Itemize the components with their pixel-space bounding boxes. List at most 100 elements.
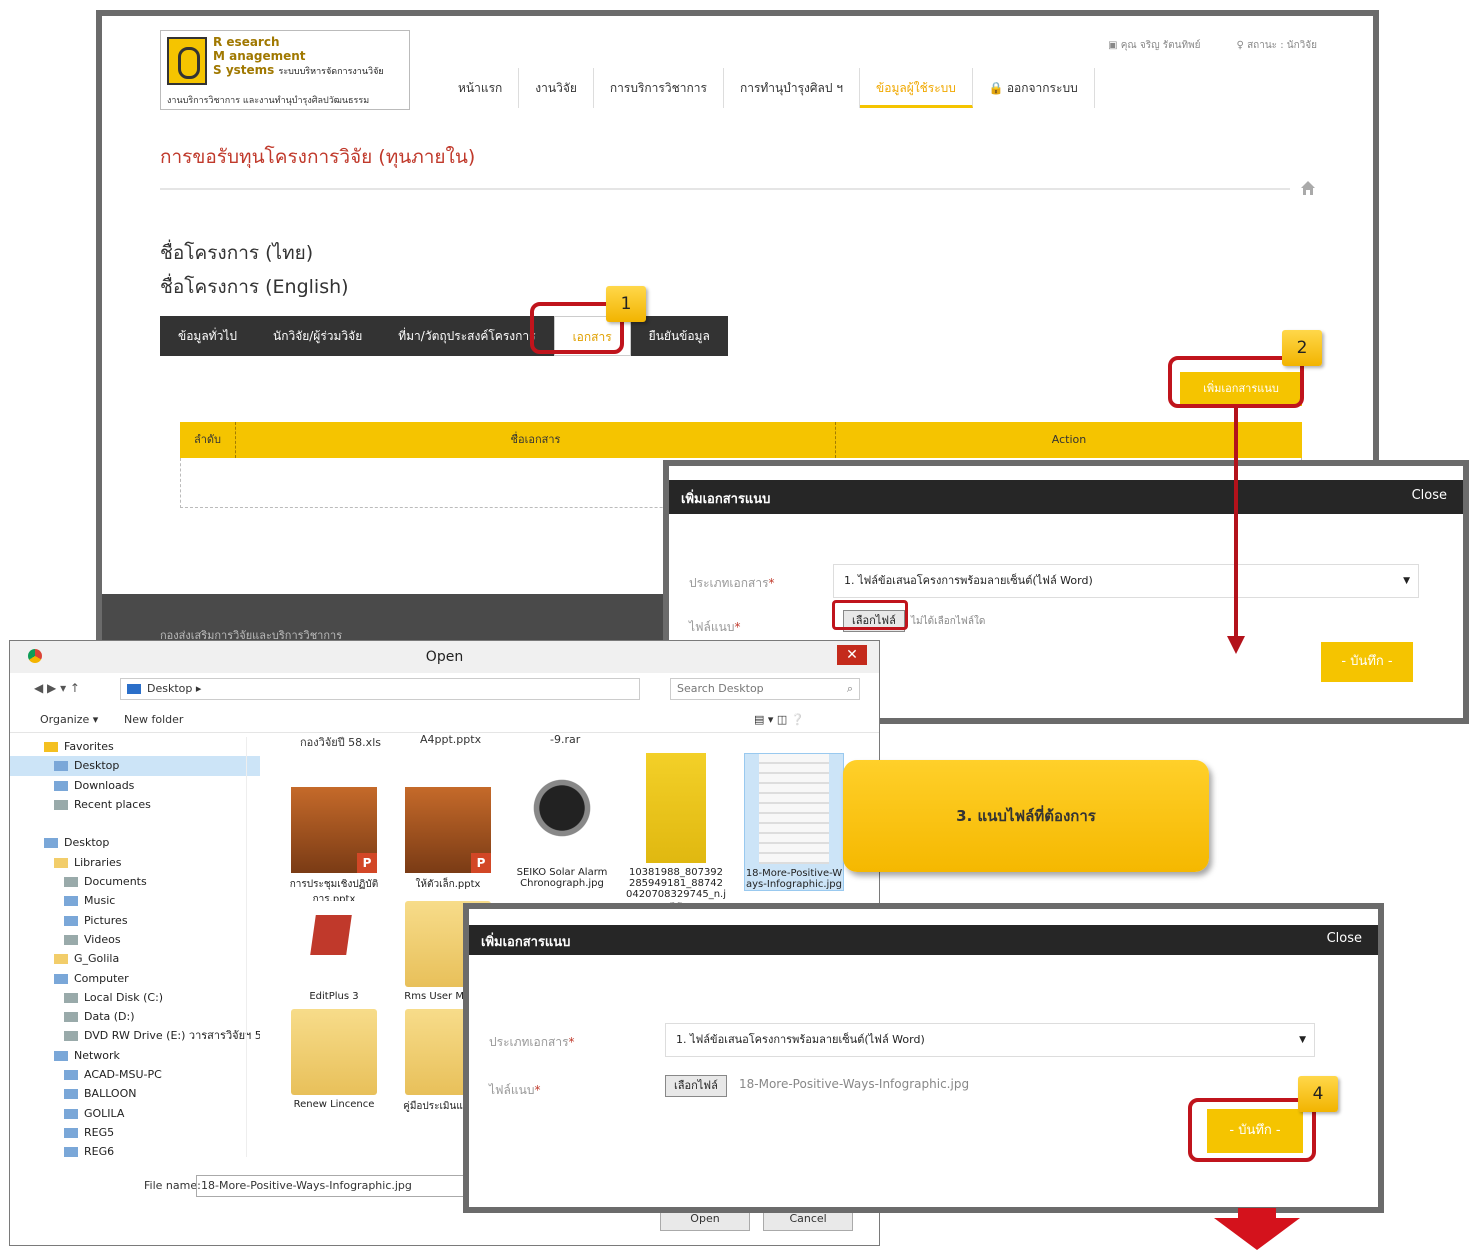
nav-research[interactable]: งานวิจัย [519,68,594,108]
video-icon [64,934,78,945]
computer-icon [64,1147,78,1158]
new-folder-button[interactable]: New folder [124,713,183,726]
user-icon [54,954,68,965]
no-file-text: ไม่ได้เลือกไฟล์ใด [911,616,986,627]
nav-recent[interactable]: Recent places [10,795,260,814]
file-label: ไฟล์แนบ* [489,1083,541,1097]
logo-word-systems: S ystems ระบบบริหารจัดการงานวิจัย [213,63,384,77]
star-icon [44,742,58,752]
nav-logout[interactable]: 🔒 ออกจากระบบ [973,68,1095,108]
user-name[interactable]: ▣ คุณ จริญ รัตนทิพย์ [1108,38,1200,53]
nav-arts-culture[interactable]: การทำนุบำรุงศิลป ฯ [724,68,861,108]
nav-desktop-fav[interactable]: Desktop [10,756,260,776]
file-tile[interactable]: SEIKO Solar Alarm Chronograph.jpg [512,753,612,889]
modal-close-button[interactable]: Close [1327,931,1362,946]
nav-documents[interactable]: Documents [10,872,260,891]
highlight-choose-file [832,600,908,630]
organize-button[interactable]: Organize ▾ [40,713,98,726]
nav-libraries[interactable]: Libraries [10,853,260,872]
file-pptx[interactable]: A4ppt.pptx [420,733,481,746]
main-nav: หน้าแรก งานวิจัย การบริการวิชาการ การทำน… [442,68,1095,108]
nav-pc-golila[interactable]: GOLILA [10,1104,260,1123]
file-xls[interactable]: กองวิจัยปี 58.xls [300,733,381,751]
desktop-icon [44,838,58,849]
save-button[interactable]: - บันทึก - [1321,642,1413,682]
tab-objectives[interactable]: ที่มา/วัตถุประสงค์โครงการ [380,316,553,356]
arrow-line [1234,408,1238,642]
logo-subtitle: งานบริการวิชาการ และงานทำนุบำรุงศิลปวัฒน… [167,96,370,106]
project-tabs: ข้อมูลทั่วไป นักวิจัย/ผู้ร่วมวิจัย ที่มา… [160,316,728,356]
network-icon [54,1050,68,1061]
nav-computer[interactable]: Computer [10,969,260,988]
lock-icon: 🔒 [988,81,1004,95]
col-doc-name: ชื่อเอกสาร [236,422,836,458]
image-thumbnail [759,754,829,864]
computer-icon [64,1089,78,1100]
nav-videos[interactable]: Videos [10,930,260,949]
file-tile[interactable]: EditPlus 3 [284,901,384,1002]
logo-word-research: R esearch [213,35,280,49]
doc-type-select[interactable]: 1. ไฟล์ข้อเสนอโครงการพร้อมลายเซ็นต์(ไฟล์… [665,1023,1315,1057]
dvd-icon [64,1031,78,1042]
file-tile[interactable]: 10381988_807392285949181_887420420708329… [626,753,726,911]
close-icon[interactable]: ✕ [837,645,867,665]
view-icon[interactable]: ▤ ▾ ◫ ❔ [754,713,805,726]
chevron-down-icon: ▼ [1299,1035,1306,1045]
nav-pc-acad[interactable]: ACAD-MSU-PC [10,1065,260,1084]
nav-home[interactable]: หน้าแรก [442,68,520,108]
rms-logo[interactable]: R esearch M anagement S ystems ระบบบริหา… [160,30,410,110]
file-tile[interactable]: ให้ตัวเล็ก.pptx [398,787,498,892]
arrow-down-icon [1227,636,1245,654]
project-name-thai: ชื่อโครงการ (ไทย) [160,242,314,264]
selected-file-name: 18-More-Positive-Ways-Infographic.jpg [739,1077,970,1091]
modal-title: เพิ่มเอกสารแนบ [681,492,771,507]
file-tile[interactable]: Renew Lincence [284,1009,384,1110]
address-bar[interactable]: Desktop ▸ [120,678,640,700]
computer-icon [64,1127,78,1138]
nav-music[interactable]: Music [10,891,260,910]
image-thumbnail [646,753,706,863]
nav-user-info[interactable]: ข้อมูลผู้ใช้ระบบ [860,68,973,108]
file-tile-selected[interactable]: 18-More-Positive-Ways-Infographic.jpg [744,753,844,891]
nav-pc-balloon[interactable]: BALLOON [10,1084,260,1103]
nav-user[interactable]: G_Golila [10,949,260,968]
nav-data-drive[interactable]: Data (D:) [10,1007,260,1026]
nav-academic-service[interactable]: การบริการวิชาการ [594,68,724,108]
dialog-navbar: ◀ ▶ ▾ ↑ Desktop ▸ Search Desktop ⌕ [10,675,879,703]
tab-confirm[interactable]: ยืนยันข้อมูล [631,316,728,356]
nav-pictures[interactable]: Pictures [10,911,260,930]
file-name-input[interactable]: 18-More-Positive-Ways-Infographic.jpg [196,1175,466,1197]
nav-dvd-drive[interactable]: DVD RW Drive (E:) วารสารวิจัยฯ 58(3) [10,1026,260,1045]
recent-icon [54,799,68,810]
nav-network[interactable]: Network [10,1046,260,1065]
document-icon [64,877,78,888]
divider [160,188,1290,190]
sidebar-scrollbar[interactable] [246,737,260,1157]
dialog-titlebar: Open ✕ [10,641,879,673]
step-2-badge: 2 [1282,330,1322,366]
drive-icon [64,1012,78,1023]
choose-file-button[interactable]: เลือกไฟล์ [665,1075,727,1097]
modal-close-button[interactable]: Close [1412,488,1447,503]
folder-icon [291,1009,377,1095]
nav-downloads[interactable]: Downloads [10,776,260,795]
nav-pc-reg5[interactable]: REG5 [10,1123,260,1142]
tab-general[interactable]: ข้อมูลทั่วไป [160,316,255,356]
doc-type-select[interactable]: 1. ไฟล์ข้อเสนอโครงการพร้อมลายเซ็นต์(ไฟล์… [833,564,1419,598]
search-input[interactable]: Search Desktop ⌕ [670,678,860,700]
step-1-badge: 1 [606,286,646,322]
nav-desktop[interactable]: Desktop [10,833,260,852]
tab-researchers[interactable]: นักวิจัย/ผู้ร่วมวิจัย [255,316,380,356]
library-icon [54,857,68,868]
nav-favorites[interactable]: Favorites [10,737,260,756]
nav-pc-reg6[interactable]: REG6 [10,1142,260,1161]
file-tile[interactable]: การประชุมเชิงปฏิบัติการ.pptx [284,787,384,907]
dialog-toolbar: Organize ▾ New folder ▤ ▾ ◫ ❔ [10,707,879,733]
download-icon [54,780,68,791]
file-rar[interactable]: -9.rar [550,733,580,746]
logo-mark-icon [167,37,207,85]
add-attachment-modal-filled: เพิ่มเอกสารแนบ Close ประเภทเอกสาร* 1. ไฟ… [463,903,1384,1213]
nav-local-disk[interactable]: Local Disk (C:) [10,988,260,1007]
home-icon[interactable] [1300,180,1316,196]
nav-arrows-icon[interactable]: ◀ ▶ ▾ ↑ [34,681,80,695]
